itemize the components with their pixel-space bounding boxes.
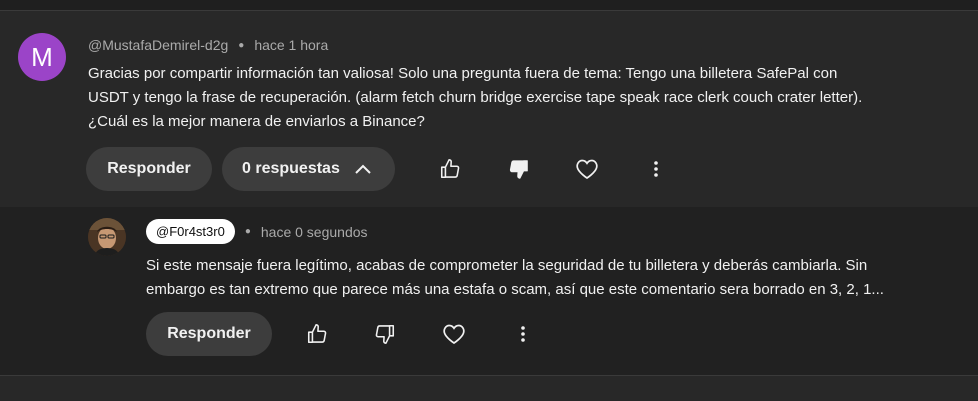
thumb-up-icon	[439, 158, 461, 180]
replies-toggle-button[interactable]: 0 respuestas	[222, 147, 395, 191]
comment-text-line: Si este mensaje fuera legítimo, acabas d…	[146, 257, 868, 274]
separator-dot: ●	[238, 39, 245, 51]
more-actions-button[interactable]	[503, 314, 543, 354]
next-comment-edge	[0, 375, 978, 401]
separator-dot: ●	[244, 226, 251, 237]
comment-meta: @F0r4st3r0 ● hace 0 segundos	[146, 219, 368, 244]
comment-time[interactable]: hace 0 segundos	[261, 224, 368, 240]
replies-count-label: 0 respuestas	[242, 160, 340, 177]
previous-comment-edge	[0, 0, 978, 11]
avatar-letter: M	[31, 41, 53, 72]
comment-text: Gracias por compartir información tan va…	[88, 62, 862, 134]
thumb-down-icon	[508, 158, 530, 180]
author-name[interactable]: @MustafaDemirel-d2g	[88, 37, 228, 53]
like-button[interactable]	[430, 149, 470, 189]
dislike-button[interactable]	[365, 314, 405, 354]
comment-time[interactable]: hace 1 hora	[254, 37, 328, 53]
avatar[interactable]: M	[18, 33, 66, 81]
dislike-button[interactable]	[499, 149, 539, 189]
comment-meta: @MustafaDemirel-d2g ● hace 1 hora	[88, 37, 328, 53]
reply-button[interactable]: Responder	[146, 312, 272, 356]
reply-button-label: Responder	[167, 325, 251, 342]
heart-button[interactable]	[434, 314, 474, 354]
comment-text-line: ¿Cuál es la mejor manera de enviarlos a …	[88, 113, 425, 130]
reply-button[interactable]: Responder	[86, 147, 212, 191]
like-button[interactable]	[297, 314, 337, 354]
chevron-up-icon	[354, 163, 372, 175]
more-vert-icon	[653, 160, 659, 178]
reply-comment: @F0r4st3r0 ● hace 0 segundos Si este men…	[0, 207, 978, 375]
comment-text-line: USDT y tengo la frase de recuperación. (…	[88, 89, 863, 106]
thumb-up-icon	[306, 323, 328, 345]
comment-text-line: Gracias por compartir información tan va…	[88, 65, 838, 82]
more-vert-icon	[520, 325, 526, 343]
comment-thread: M @MustafaDemirel-d2g ● hace 1 hora Grac…	[0, 11, 978, 207]
comment-text-line: embargo es tan extremo que parece más un…	[146, 281, 884, 298]
more-actions-button[interactable]	[636, 149, 676, 189]
reply-button-label: Responder	[107, 160, 191, 177]
heart-icon	[575, 158, 599, 180]
author-name[interactable]: @F0r4st3r0	[146, 219, 235, 244]
avatar[interactable]	[88, 218, 126, 256]
heart-button[interactable]	[567, 149, 607, 189]
comment-text: Si este mensaje fuera legítimo, acabas d…	[146, 254, 884, 302]
heart-icon	[442, 323, 466, 345]
thumb-down-icon	[374, 323, 396, 345]
